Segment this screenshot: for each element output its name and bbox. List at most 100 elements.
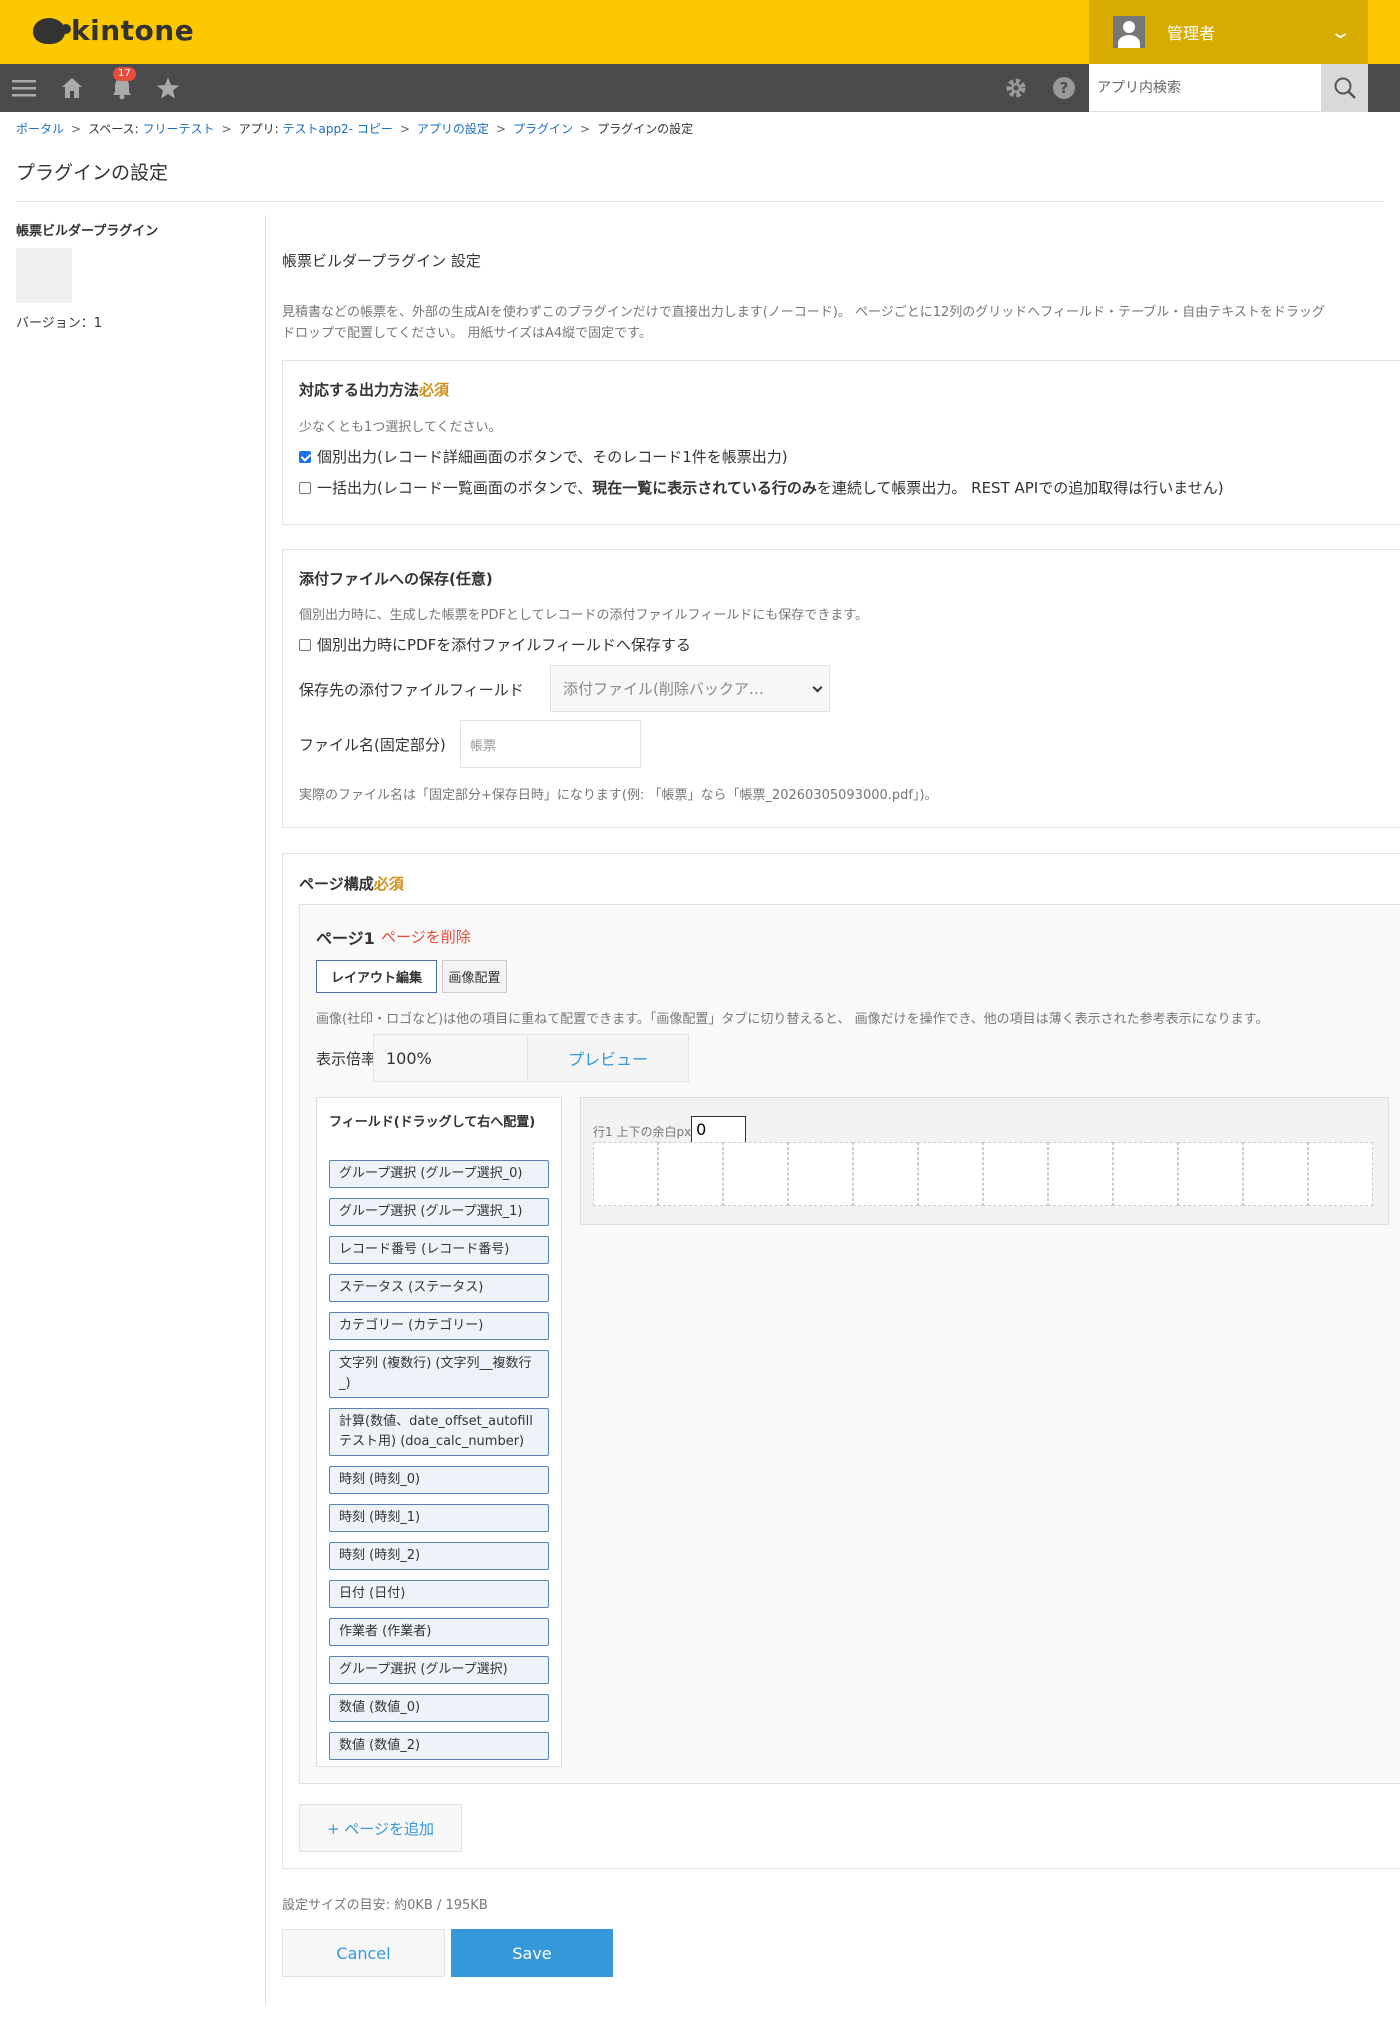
search-box	[1089, 64, 1368, 112]
avatar	[1113, 16, 1145, 48]
breadcrumb-separator: >	[221, 122, 232, 136]
home-icon[interactable]	[58, 64, 86, 112]
attachment-field-value: 添付ファイル(削除バックア…	[563, 680, 764, 698]
zoom-label: 表示倍率:	[316, 1050, 382, 1068]
divider	[265, 215, 266, 2005]
svg-text:?: ?	[1060, 79, 1069, 97]
breadcrumb-current: プラグインの設定	[597, 122, 694, 136]
bulk-output-label-rest: を連続して帳票出力。 REST APIでの追加取得は行いません)	[816, 479, 1224, 497]
field-chip[interactable]: 時刻 (時刻_1)	[329, 1504, 549, 1532]
grid-cell[interactable]	[1178, 1142, 1243, 1206]
add-page-button[interactable]: + ページを追加	[299, 1804, 462, 1852]
field-chip[interactable]: ステータス (ステータス)	[329, 1274, 549, 1302]
field-chip[interactable]: グループ選択 (グループ選択_0)	[329, 1160, 549, 1188]
attachment-title: 添付ファイルへの保存(任意)	[299, 570, 493, 588]
star-icon[interactable]	[154, 64, 182, 112]
user-menu[interactable]: 管理者 ⌄	[1089, 0, 1368, 64]
plugin-name: 帳票ビルダープラグイン	[16, 224, 159, 239]
settings-description: 見積書などの帳票を、外部の生成AIを使わずこのプラグインだけで直接出力します(ノ…	[282, 302, 1392, 344]
breadcrumb-separator: >	[495, 122, 506, 136]
zoom-value: 100%	[386, 1048, 432, 1068]
grid-cell[interactable]	[658, 1142, 723, 1206]
individual-output-checkbox[interactable]	[299, 450, 311, 463]
attachment-field-label: 保存先の添付ファイルフィールド	[299, 681, 524, 699]
size-note: 設定サイズの目安: 約0KB / 195KB	[282, 1898, 488, 1913]
page-title: プラグインの設定	[16, 162, 169, 184]
description-line: 見積書などの帳票を、外部の生成AIを使わずこのプラグインだけで直接出力します(ノ…	[282, 305, 1325, 320]
bulk-output-checkbox[interactable]	[299, 481, 311, 494]
field-chip[interactable]: グループ選択 (グループ選択_1)	[329, 1198, 549, 1226]
help-icon[interactable]: ?	[1050, 64, 1078, 112]
field-chip[interactable]: 計算(数値、date_offset_autofillテスト用) (doa_cal…	[329, 1408, 549, 1456]
page-label: ページ1	[316, 929, 375, 948]
user-name: 管理者	[1167, 24, 1216, 43]
divider	[16, 201, 1384, 202]
attachment-card: 添付ファイルへの保存(任意) 個別出力時に、生成した帳票をPDFとしてレコードの…	[282, 549, 1400, 828]
grid-cell[interactable]	[1308, 1142, 1373, 1206]
output-method-hint: 少なくとも1つ選択してください。	[299, 420, 502, 435]
layout-grid: 行1 上下の余白px 0	[580, 1097, 1389, 1225]
zoom-select[interactable]: 100%	[373, 1034, 547, 1082]
gear-icon[interactable]	[1002, 64, 1030, 112]
field-chip[interactable]: 作業者 (作業者)	[329, 1618, 549, 1646]
field-chip[interactable]: レコード番号 (レコード番号)	[329, 1236, 549, 1264]
save-pdf-option[interactable]: 個別出力時にPDFを添付ファイルフィールドへ保存する	[299, 634, 691, 655]
description-line: ドロップで配置してください。 用紙サイズはA4縦で固定です。	[282, 326, 652, 341]
page-config-card: ページ構成必須 ページ1 ページを削除 レイアウト編集 画像配置 画像(社印・ロ…	[282, 853, 1400, 1869]
field-chip[interactable]: カテゴリー (カテゴリー)	[329, 1312, 549, 1340]
grid-cell[interactable]	[853, 1142, 918, 1206]
grid-cell[interactable]	[723, 1142, 788, 1206]
attachment-field-select[interactable]: 添付ファイル(削除バックア…	[550, 665, 830, 712]
required-label: 必須	[419, 381, 450, 399]
notification-badge: 17	[113, 67, 136, 81]
filename-label: ファイル名(固定部分)	[299, 736, 446, 754]
filename-note: 実際のファイル名は「固定部分+保存日時」になります(例: 「帳票」なら「帳票_2…	[299, 788, 938, 803]
logo-text: kintone	[71, 14, 195, 47]
breadcrumb-space[interactable]: フリーテスト	[143, 122, 215, 136]
filename-placeholder: 帳票	[470, 738, 497, 754]
breadcrumb-plugins[interactable]: プラグイン	[513, 122, 573, 136]
chevron-down-icon: ⌄	[1329, 21, 1352, 43]
grid-cell[interactable]	[1113, 1142, 1178, 1206]
save-button[interactable]: Save	[451, 1929, 613, 1977]
field-chip[interactable]: 時刻 (時刻_2)	[329, 1542, 549, 1570]
breadcrumb: ポータル > スペース: フリーテスト > アプリ: テストapp2- コピー > アプリの…	[16, 120, 693, 137]
save-pdf-checkbox[interactable]	[299, 638, 311, 651]
breadcrumb-app-settings[interactable]: アプリの設定	[417, 122, 489, 136]
tab-image-placement[interactable]: 画像配置	[442, 960, 507, 993]
field-chip[interactable]: 時刻 (時刻_0)	[329, 1466, 549, 1494]
breadcrumb-app[interactable]: テストapp2- コピー	[282, 122, 392, 136]
grid-cell[interactable]	[918, 1142, 983, 1206]
search-button[interactable]	[1321, 64, 1368, 112]
filename-input[interactable]: 帳票	[460, 720, 641, 768]
breadcrumb-portal[interactable]: ポータル	[16, 122, 64, 136]
attachment-hint: 個別出力時に、生成した帳票をPDFとしてレコードの添付ファイルフィールドにも保存…	[299, 608, 868, 623]
breadcrumb-separator: >	[71, 122, 82, 136]
search-input[interactable]	[1089, 64, 1321, 111]
grid-cell[interactable]	[788, 1142, 853, 1206]
field-chip[interactable]: グループ選択 (グループ選択)	[329, 1656, 549, 1684]
tab-layout-edit[interactable]: レイアウト編集	[316, 960, 437, 993]
grid-cell[interactable]	[1048, 1142, 1113, 1206]
settings-heading: 帳票ビルダープラグイン 設定	[282, 252, 481, 270]
field-chip[interactable]: 日付 (日付)	[329, 1580, 549, 1608]
breadcrumb-separator: >	[580, 122, 591, 136]
cancel-button[interactable]: Cancel	[282, 1929, 445, 1977]
field-chip[interactable]: 文字列 (複数行) (文字列__複数行_)	[329, 1350, 549, 1398]
image-hint: 画像(社印・ロゴなど)は他の項目に重ねて配置できます。「画像配置」タブに切り替え…	[316, 1012, 1269, 1027]
bulk-output-option[interactable]: 一括出力(レコード一覧画面のボタンで、 現在一覧に表示されている行のみ を連続して帳…	[299, 477, 1224, 498]
individual-output-option[interactable]: 個別出力(レコード詳細画面のボタンで、そのレコード1件を帳票出力)	[299, 446, 788, 467]
grid-cell[interactable]	[593, 1142, 658, 1206]
preview-button[interactable]: プレビュー	[527, 1034, 689, 1082]
menu-icon[interactable]	[10, 64, 38, 112]
plugin-icon	[16, 248, 72, 303]
delete-page-link[interactable]: ページを削除	[381, 926, 471, 947]
grid-cell[interactable]	[983, 1142, 1048, 1206]
page-config-title: ページ構成必須	[299, 873, 404, 894]
field-list-header: フィールド(ドラッグして右へ配置)	[329, 1115, 536, 1130]
field-chip[interactable]: 数値 (数値_0)	[329, 1694, 549, 1722]
field-chip[interactable]: 数値 (数値_2)	[329, 1732, 549, 1760]
grid-cell[interactable]	[1243, 1142, 1308, 1206]
kintone-logo[interactable]: kintone	[33, 14, 194, 47]
breadcrumb-space-prefix: スペース:	[88, 122, 139, 136]
